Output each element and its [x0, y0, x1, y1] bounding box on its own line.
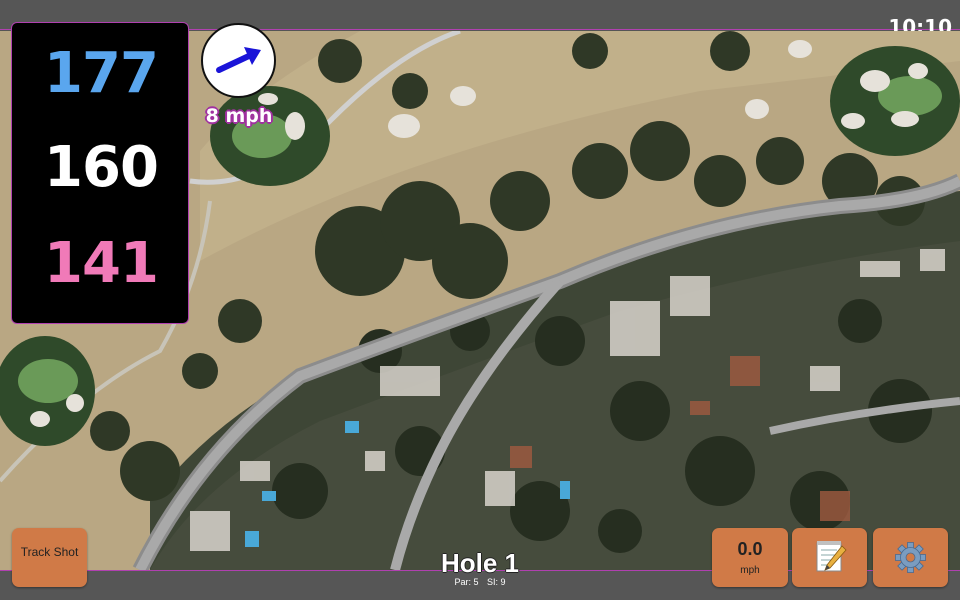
notepad-pencil-icon	[816, 541, 847, 572]
back-distance: 177	[44, 41, 159, 106]
wind-indicator	[201, 23, 276, 98]
middle-distance: 160	[44, 135, 159, 200]
hole-title: Hole 1	[440, 548, 520, 578]
track-shot-button[interactable]: Track Shot	[12, 528, 87, 587]
speed-unit: mph	[740, 565, 760, 576]
wind-direction-arrow-icon	[216, 47, 261, 73]
settings-button[interactable]	[873, 528, 948, 587]
notes-button[interactable]	[792, 528, 867, 587]
speed-button[interactable]: 0.0 mph	[712, 528, 788, 587]
speed-value: 0.0	[737, 539, 763, 559]
distance-panel: 177 160 141	[11, 22, 189, 324]
app-root: 10:10 177 160 141 8 mph Track Shot Hole …	[0, 0, 960, 600]
wind-speed: 8 mph	[205, 105, 273, 127]
front-distance: 141	[44, 231, 159, 296]
hole-info: Par: 5 SI: 9	[380, 577, 580, 587]
hole-stroke-index: SI: 9	[487, 577, 506, 587]
hole-par: Par: 5	[454, 577, 479, 587]
gear-icon	[895, 542, 926, 573]
track-shot-label: Track Shot	[20, 545, 79, 559]
